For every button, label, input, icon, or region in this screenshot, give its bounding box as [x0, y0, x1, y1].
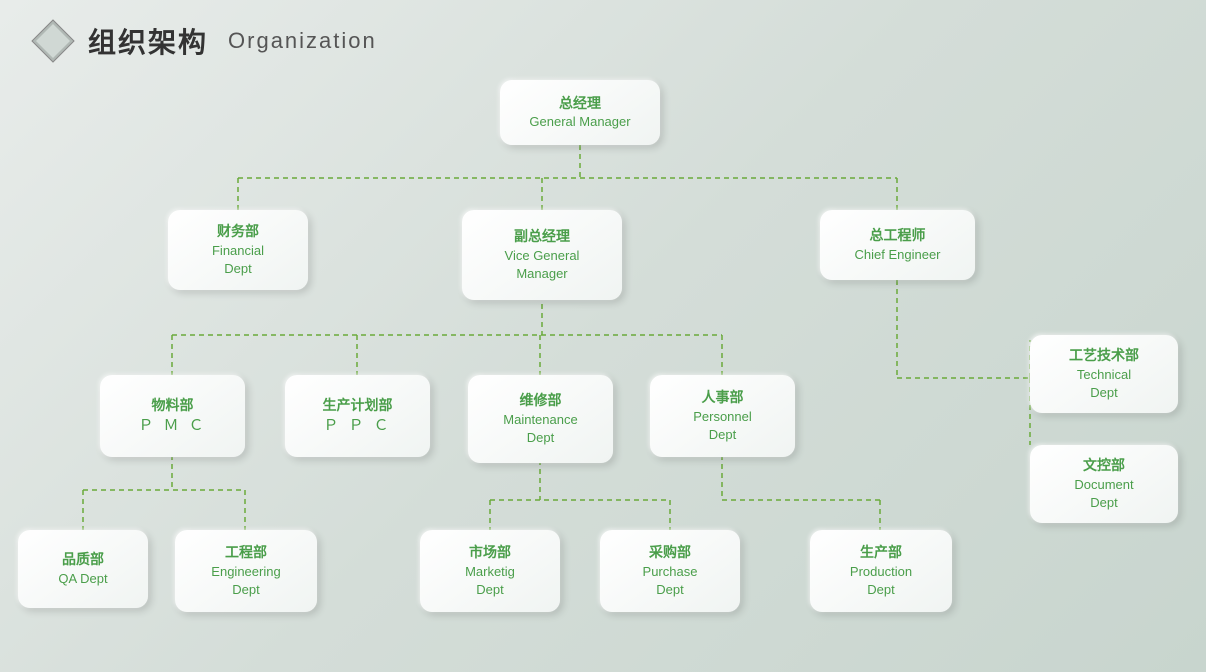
box-marketing-en: MarketigDept — [465, 563, 515, 599]
box-financial: 财务部 FinancialDept — [168, 210, 308, 290]
box-technical-zh: 工艺技术部 — [1069, 346, 1139, 366]
box-pmc-zh: 物料部 — [152, 396, 194, 416]
box-marketing: 市场部 MarketigDept — [420, 530, 560, 612]
org-chart: 总经理 General Manager 财务部 FinancialDept 副总… — [0, 70, 1206, 672]
box-vice-gm: 副总经理 Vice GeneralManager — [462, 210, 622, 300]
box-engineering-en: EngineeringDept — [211, 563, 280, 599]
box-engineering: 工程部 EngineeringDept — [175, 530, 317, 612]
box-production: 生产部 ProductionDept — [810, 530, 952, 612]
box-engineering-zh: 工程部 — [225, 543, 267, 563]
box-qa: 品质部 QA Dept — [18, 530, 148, 608]
box-technical-en: TechnicalDept — [1077, 366, 1131, 402]
box-maintenance-zh: 维修部 — [520, 391, 562, 411]
diamond-icon — [30, 18, 76, 64]
box-personnel-en: PersonnelDept — [693, 408, 752, 444]
box-document-en: DocumentDept — [1074, 476, 1133, 512]
box-pmc-en: Ｐ Ｍ Ｃ — [138, 415, 206, 436]
box-purchase-zh: 采购部 — [649, 543, 691, 563]
box-purchase-en: PurchaseDept — [643, 563, 698, 599]
box-document-zh: 文控部 — [1083, 456, 1125, 476]
box-maintenance-en: MaintenanceDept — [503, 411, 577, 447]
box-production-zh: 生产部 — [860, 543, 902, 563]
box-document: 文控部 DocumentDept — [1030, 445, 1178, 523]
box-production-en: ProductionDept — [850, 563, 912, 599]
box-vice-gm-zh: 副总经理 — [514, 227, 570, 247]
box-financial-en: FinancialDept — [212, 242, 264, 278]
box-chief-en: Chief Engineer — [855, 246, 941, 264]
box-maintenance: 维修部 MaintenanceDept — [468, 375, 613, 463]
box-gm-en: General Manager — [529, 113, 630, 131]
box-qa-zh: 品质部 — [62, 550, 104, 570]
box-ppc-zh: 生产计划部 — [323, 396, 393, 416]
box-pmc: 物料部 Ｐ Ｍ Ｃ — [100, 375, 245, 457]
page-title-zh: 组织架构 — [88, 21, 208, 61]
page-title-en: Organization — [228, 28, 377, 54]
box-personnel-zh: 人事部 — [702, 388, 744, 408]
box-vice-gm-en: Vice GeneralManager — [505, 247, 580, 283]
box-qa-en: QA Dept — [58, 570, 107, 588]
box-technical: 工艺技术部 TechnicalDept — [1030, 335, 1178, 413]
box-marketing-zh: 市场部 — [469, 543, 511, 563]
box-ppc: 生产计划部 Ｐ Ｐ Ｃ — [285, 375, 430, 457]
box-purchase: 采购部 PurchaseDept — [600, 530, 740, 612]
box-personnel: 人事部 PersonnelDept — [650, 375, 795, 457]
box-ppc-en: Ｐ Ｐ Ｃ — [323, 415, 391, 436]
box-financial-zh: 财务部 — [217, 222, 259, 242]
box-chief-engineer: 总工程师 Chief Engineer — [820, 210, 975, 280]
box-chief-zh: 总工程师 — [870, 226, 926, 246]
box-gm-zh: 总经理 — [559, 94, 601, 114]
box-general-manager: 总经理 General Manager — [500, 80, 660, 145]
